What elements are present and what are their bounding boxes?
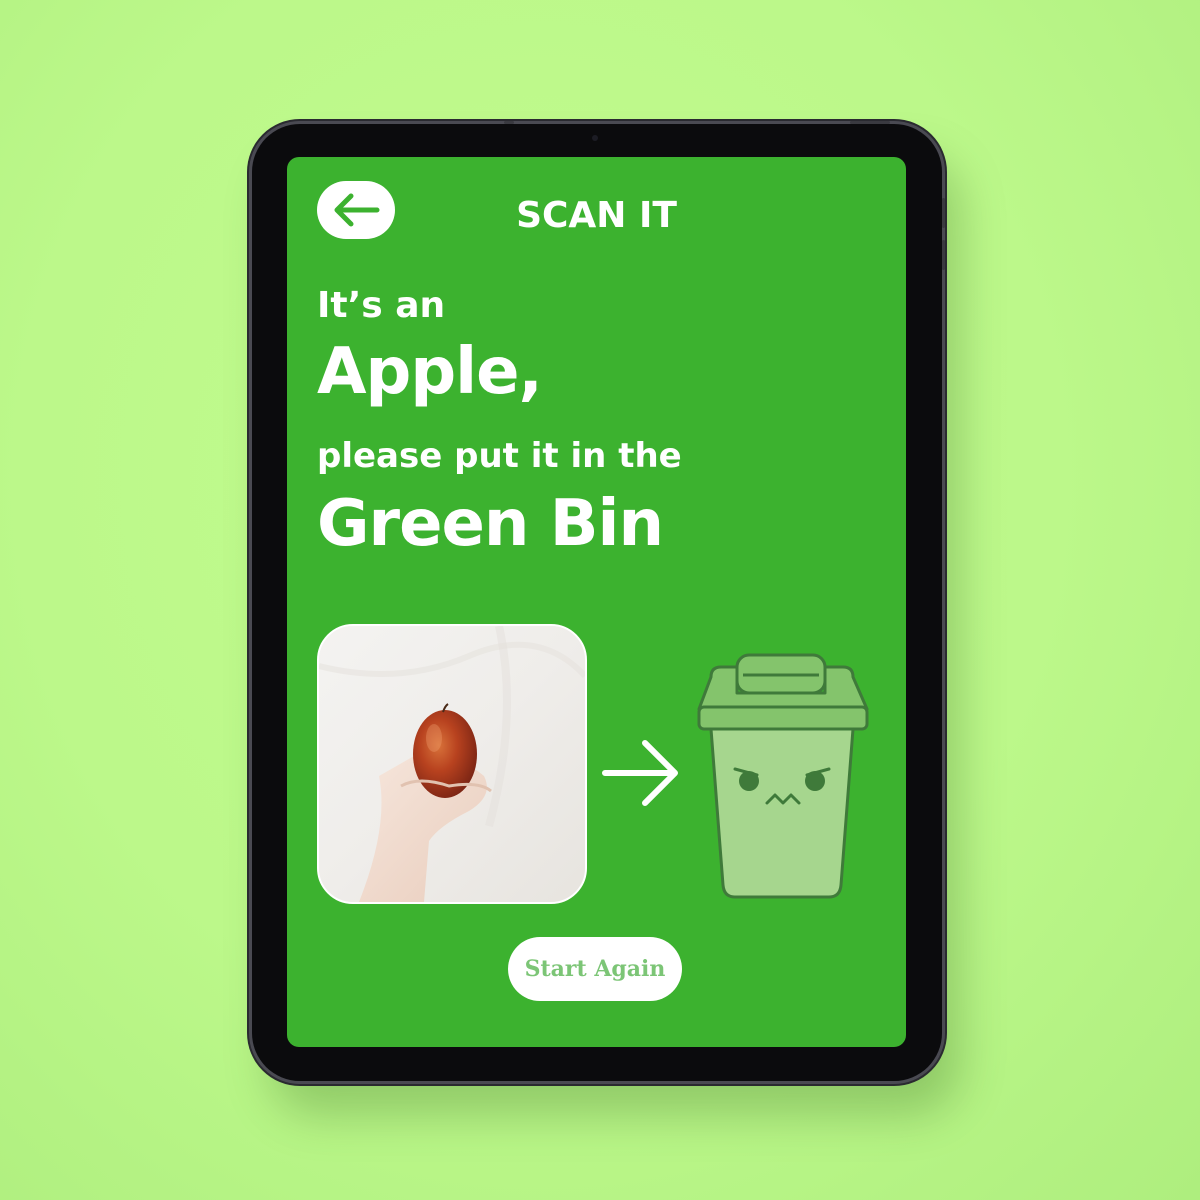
tablet-side-button <box>942 240 945 270</box>
green-bin-character-icon <box>697 653 869 899</box>
right-arrow-icon <box>602 740 678 806</box>
tablet-side-button <box>942 198 945 228</box>
apple-in-hand-image <box>319 626 585 902</box>
tablet-top-button <box>850 121 890 124</box>
start-again-button[interactable]: Start Again <box>508 937 682 1001</box>
result-bin-name: Green Bin <box>317 487 664 561</box>
result-intro-text: It’s an <box>317 285 446 326</box>
result-item-name: Apple, <box>317 335 543 409</box>
screen-title: SCAN IT <box>516 195 677 236</box>
result-instruction-text: please put it in the <box>317 436 682 476</box>
scanned-item-photo <box>317 624 587 904</box>
tablet-top-button <box>504 121 514 124</box>
app-screen: SCAN IT It’s an Apple, please put it in … <box>287 157 906 1047</box>
front-camera <box>592 135 598 141</box>
